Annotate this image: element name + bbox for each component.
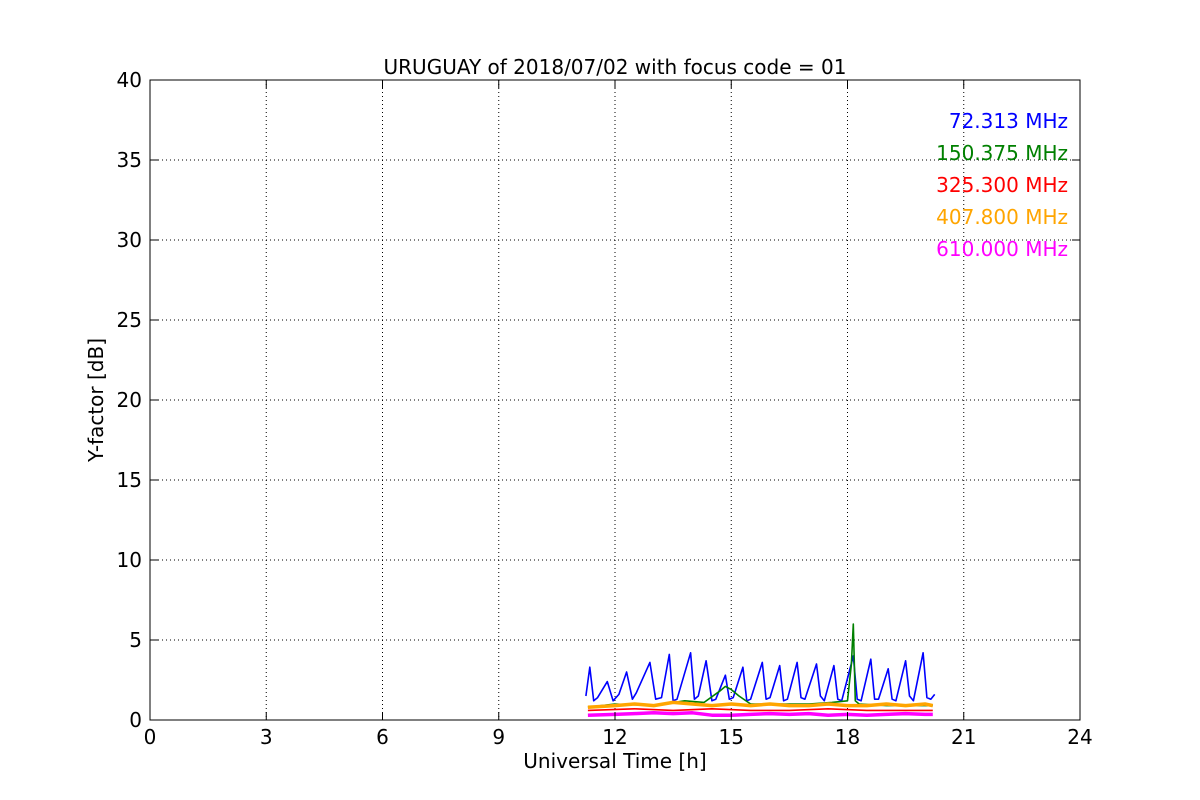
x-tick-label: 15: [719, 725, 744, 749]
legend-layer: 72.313 MHz 150.375 MHz 325.300 MHz 407.800 …: [936, 109, 1068, 261]
series-line-2: [587, 623, 933, 708]
x-tick-label: 0: [144, 725, 157, 749]
y-tick-label: 5: [129, 628, 142, 652]
series-line-3: [587, 707, 933, 712]
y-tick-label: 20: [117, 388, 142, 412]
legend-entry: 407.800 MHz: [936, 205, 1068, 229]
y-tick-label: 35: [117, 148, 142, 172]
x-tick-label: 24: [1067, 725, 1092, 749]
legend-entry: 610.000 MHz: [936, 237, 1068, 261]
y-tick-label: 30: [117, 228, 142, 252]
x-axis-label: Universal Time [h]: [523, 749, 706, 773]
chart-root: 0 3 6 9 12 15 18 21 24 0 5 10 15 20 25 30 35 40 72.313 MH…: [0, 0, 1200, 800]
series-layer: [585, 623, 936, 717]
y-tick-label: 25: [117, 308, 142, 332]
y-tick-label: 15: [117, 468, 142, 492]
tick-layer: 0 3 6 9 12 15 18 21 24 0 5 10 15 20 25 30 35 40: [117, 68, 1093, 749]
chart-svg: 0 3 6 9 12 15 18 21 24 0 5 10 15 20 25 30 35 40 72.313 MH…: [84, 55, 1093, 773]
y-tick-label: 0: [129, 708, 142, 732]
x-tick-label: 3: [260, 725, 273, 749]
series-line-4: [587, 700, 934, 709]
legend-entry: 150.375 MHz: [936, 141, 1068, 165]
y-tick-label: 40: [117, 68, 142, 92]
series-line-1: [585, 651, 936, 702]
x-tick-label: 12: [602, 725, 627, 749]
y-axis-label: Y-factor [dB]: [84, 338, 108, 463]
x-tick-label: 9: [492, 725, 505, 749]
chart-title: URUGUAY of 2018/07/02 with focus code = …: [384, 55, 847, 79]
x-tick-label: 21: [951, 725, 976, 749]
legend-entry: 72.313 MHz: [949, 109, 1068, 133]
legend-entry: 325.300 MHz: [936, 173, 1068, 197]
x-tick-label: 6: [376, 725, 389, 749]
x-tick-label: 18: [835, 725, 860, 749]
y-tick-label: 10: [117, 548, 142, 572]
series-line-5: [587, 711, 933, 717]
